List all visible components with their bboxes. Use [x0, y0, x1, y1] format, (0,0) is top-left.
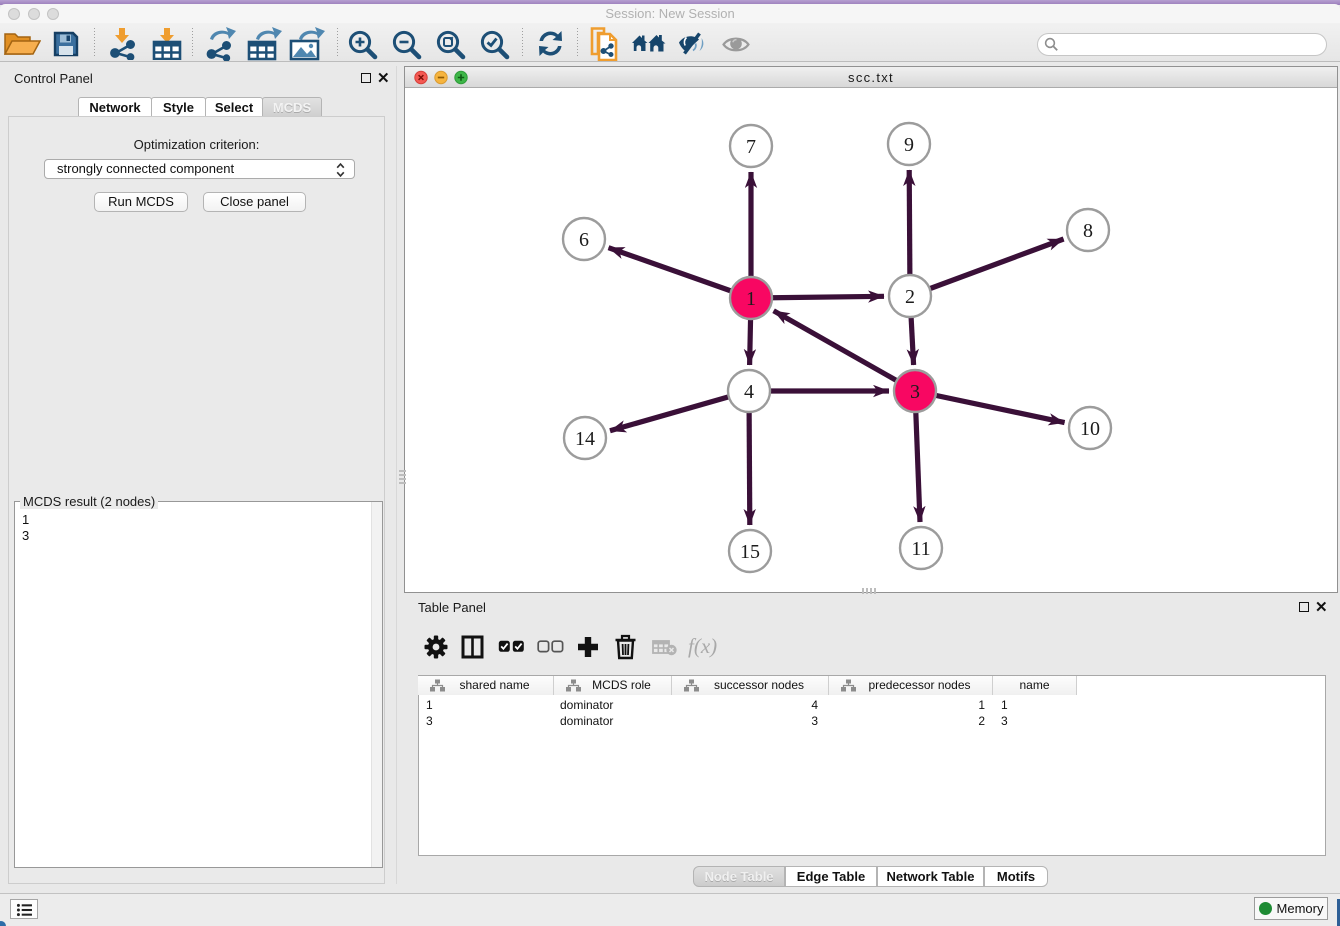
svg-text:3: 3: [910, 381, 920, 403]
svg-text:1: 1: [746, 288, 756, 310]
svg-text:10: 10: [1080, 418, 1100, 440]
svg-text:15: 15: [740, 541, 760, 563]
svg-text:11: 11: [911, 538, 930, 560]
svg-text:14: 14: [575, 428, 595, 450]
svg-text:8: 8: [1083, 220, 1093, 242]
svg-text:6: 6: [579, 229, 589, 251]
svg-text:9: 9: [904, 134, 914, 156]
svg-text:4: 4: [744, 381, 754, 403]
svg-text:7: 7: [746, 136, 756, 158]
svg-text:2: 2: [905, 286, 915, 308]
